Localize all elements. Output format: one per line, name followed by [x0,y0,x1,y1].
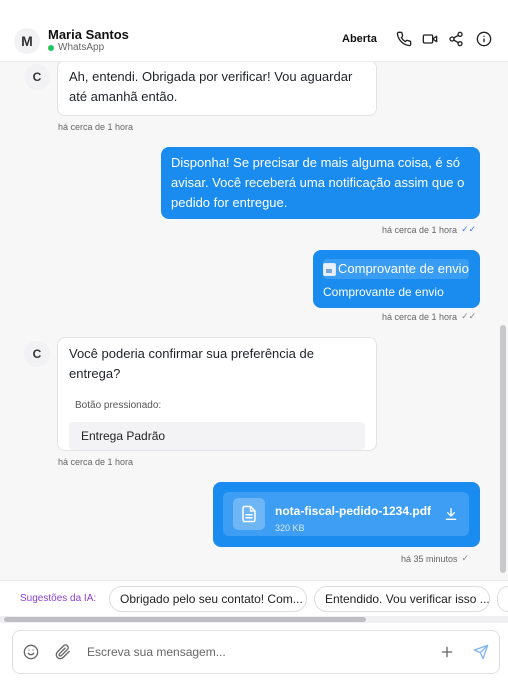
message-timestamp: há cerca de 1 hora [58,122,133,132]
outgoing-file-message: nota-fiscal-pedido-1234.pdf 320 KB [213,482,480,547]
composer-area [0,623,508,691]
outgoing-message: Disponha! Se precisar de mais alguma coi… [161,147,480,219]
plus-icon[interactable] [439,644,455,660]
delivered-check-icon: ✓✓ [461,311,477,321]
sender-avatar: C [24,64,50,90]
timestamp-text: há cerca de 1 hora [382,224,458,235]
document-icon [233,498,265,530]
message-text: Você poderia confirmar sua preferência d… [69,346,314,381]
message-timestamp: há cerca de 1 hora [58,457,133,467]
online-indicator [48,44,54,51]
broken-image-icon [323,262,336,276]
message-timestamp: há cerca de 1 hora ✓✓ [382,311,476,322]
ai-suggestions-label: Sugestões da IA: [20,593,97,604]
chat-header: M Maria Santos WhatsApp Aberta [0,0,508,62]
send-icon[interactable] [473,644,489,660]
button-pressed-label: Botão pressionado: [75,400,162,411]
image-attachment[interactable]: Comprovante de envio [323,259,469,279]
message-input[interactable] [87,641,417,663]
ai-suggestions-bar: Sugestões da IA: Obrigado pelo seu conta… [0,580,508,618]
info-icon[interactable] [476,31,492,47]
video-icon[interactable] [422,31,438,47]
delivered-check-icon: ✓ [461,553,470,563]
contact-channel: WhatsApp [48,42,104,53]
share-icon[interactable] [448,31,464,47]
file-size: 320 KB [275,523,305,533]
read-check-icon: ✓✓ [461,224,477,234]
timestamp-text: há 35 minutos [401,553,458,564]
timestamp-text: há cerca de 1 hora [58,122,134,132]
message-timestamp: há cerca de 1 hora ✓✓ [382,224,476,235]
phone-icon[interactable] [396,31,412,47]
suggestion-chip[interactable]: Obrigado pelo seu contato! Com... [109,586,307,612]
outgoing-image-message: Comprovante de envio Comprovante de envi… [313,250,480,308]
message-timestamp: há 35 minutos ✓ [401,553,469,564]
horizontal-scrollbar[interactable] [4,617,366,622]
paperclip-icon[interactable] [55,644,71,660]
contact-name: Maria Santos [48,27,129,42]
incoming-message: Ah, entendi. Obrigada por verificar! Vou… [57,62,377,116]
conversation-status-button[interactable]: Aberta [342,33,377,45]
vertical-scrollbar[interactable] [500,325,506,573]
download-icon[interactable] [443,506,459,522]
channel-label: WhatsApp [58,42,105,53]
incoming-button-message: Você poderia confirmar sua preferência d… [57,337,377,451]
timestamp-text: há cerca de 1 hora [58,457,134,467]
contact-avatar: M [14,28,40,54]
button-pressed-value: Entrega Padrão [69,422,365,450]
message-composer [12,630,500,674]
image-alt-text: Comprovante de envio [338,261,469,276]
emoji-icon[interactable] [23,644,39,660]
timestamp-text: há cerca de 1 hora [382,311,458,322]
message-list[interactable]: C Ah, entendi. Obrigada por verificar! V… [0,62,508,580]
suggestion-chip-partial[interactable] [497,586,508,612]
image-caption: Comprovante de envio [323,285,444,299]
sender-avatar: C [24,341,50,367]
suggestion-chip[interactable]: Entendido. Vou verificar isso ... [314,586,490,612]
file-attachment[interactable]: nota-fiscal-pedido-1234.pdf 320 KB [223,492,469,536]
